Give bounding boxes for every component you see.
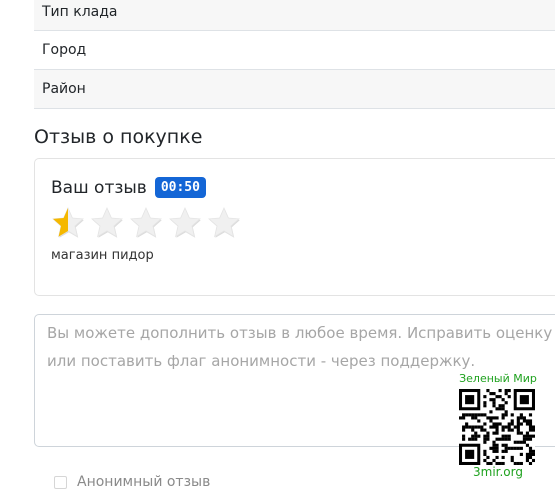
- section-title: Отзыв о покупке: [34, 126, 203, 148]
- star-4-icon[interactable]: [168, 206, 202, 240]
- timer-badge: 00:50: [154, 177, 206, 198]
- review-card: Ваш отзыв 00:50 магазин пидор: [34, 158, 555, 296]
- star-5-icon[interactable]: [207, 206, 241, 240]
- watermark: Зеленый Мир 3mir.org: [452, 372, 544, 482]
- star-2-icon[interactable]: [90, 206, 124, 240]
- watermark-url: 3mir.org: [473, 465, 523, 479]
- info-row-type: Тип клада: [34, 0, 555, 31]
- review-label: Ваш отзыв: [51, 177, 147, 198]
- review-text: магазин пидор: [51, 248, 154, 263]
- star-rating[interactable]: [51, 206, 246, 240]
- info-label: Город: [42, 42, 87, 58]
- anonymous-label[interactable]: Анонимный отзыв: [77, 474, 210, 490]
- review-header: Ваш отзыв 00:50: [51, 177, 206, 198]
- info-row-city: Город: [34, 31, 555, 70]
- anonymous-checkbox[interactable]: [54, 475, 67, 489]
- qr-code-icon: [459, 389, 535, 465]
- watermark-title: Зеленый Мир: [459, 372, 537, 385]
- info-row-district: Район: [34, 70, 555, 109]
- star-3-icon[interactable]: [129, 206, 163, 240]
- info-label: Тип клада: [42, 4, 118, 20]
- anonymous-option[interactable]: Анонимный отзыв: [54, 474, 210, 490]
- star-1-icon[interactable]: [51, 206, 85, 240]
- info-label: Район: [42, 81, 86, 97]
- order-info-table: Тип клада Город Район: [34, 0, 555, 109]
